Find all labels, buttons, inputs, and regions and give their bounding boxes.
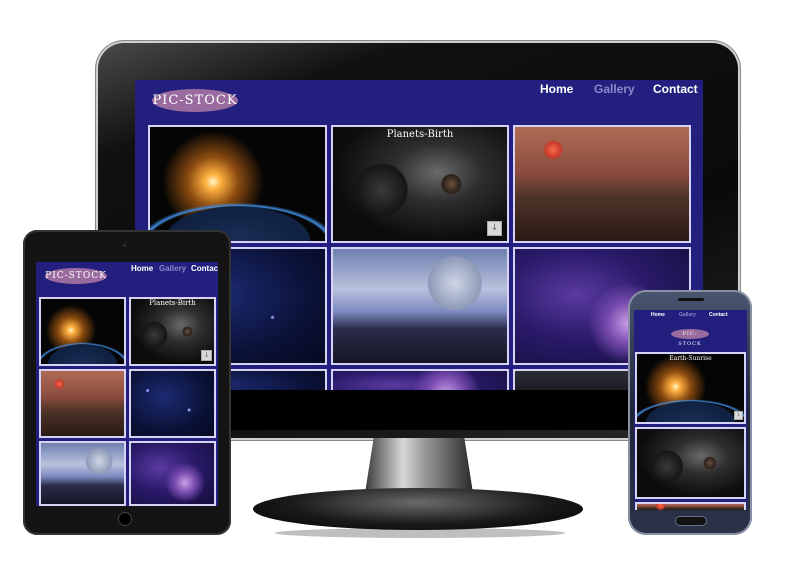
download-icon[interactable]: ↓ — [487, 221, 502, 236]
tablet-nav-contact[interactable]: Contact — [191, 264, 218, 273]
phone-logo[interactable]: PIC-STOCK — [671, 329, 709, 347]
monitor-tile-earth-sunrise[interactable] — [148, 125, 327, 243]
monitor-stand — [365, 438, 473, 493]
tablet-tile-nebula-planet[interactable] — [129, 441, 216, 506]
monitor-nav-home[interactable]: Home — [540, 82, 573, 96]
monitor-logo[interactable]: PIC-STOCK — [152, 89, 238, 112]
phone-tile-partial[interactable] — [635, 502, 746, 510]
phone-nav-contact[interactable]: Contact — [709, 312, 728, 318]
monitor-tile-caption: Planets-Birth — [386, 129, 454, 140]
phone-tile-planets-birth[interactable] — [635, 427, 746, 499]
tablet-nav-home[interactable]: Home — [131, 264, 153, 273]
monitor-tile-planets-birth[interactable]: Planets-Birth ↓ — [331, 125, 509, 243]
phone-screen: Home Gallery Contact PIC-STOCK Earth-Sun… — [634, 310, 747, 510]
phone-tile-earth-sunrise[interactable]: Earth-Sunrise ↓ — [635, 352, 746, 424]
monitor-tile-alien-landscape[interactable] — [513, 125, 691, 243]
tablet-screen: PIC-STOCK Home Gallery Contact Planets-B… — [36, 262, 218, 506]
download-icon[interactable]: ↓ — [201, 350, 212, 361]
monitor-base — [253, 488, 583, 530]
download-icon[interactable]: ↓ — [734, 411, 743, 420]
phone-nav-home[interactable]: Home — [651, 312, 665, 318]
tablet-camera — [123, 244, 126, 247]
tablet-tile-alien-landscape[interactable] — [39, 369, 126, 438]
monitor-nav-contact[interactable]: Contact — [653, 82, 698, 96]
tablet-tile-starfield[interactable] — [129, 369, 216, 438]
monitor-tile-partial[interactable] — [331, 369, 509, 390]
phone-speaker — [678, 298, 704, 301]
tablet-tile-earth-sunrise[interactable] — [39, 297, 126, 366]
monitor-tile-city-planet[interactable] — [331, 247, 509, 365]
phone-nav-gallery[interactable]: Gallery — [679, 312, 696, 318]
tablet-tile-city-planet[interactable] — [39, 441, 126, 506]
monitor-nav-gallery[interactable]: Gallery — [594, 82, 635, 96]
tablet-logo[interactable]: PIC-STOCK — [45, 268, 107, 284]
tablet-tile-planets-birth[interactable]: Planets-Birth ↓ — [129, 297, 216, 366]
tablet-nav-gallery[interactable]: Gallery — [159, 264, 186, 273]
phone-home-button[interactable] — [676, 517, 706, 525]
tablet-tile-caption: Planets-Birth — [149, 299, 196, 307]
tablet-home-button[interactable] — [118, 512, 132, 526]
phone-tile-caption: Earth-Sunrise — [669, 355, 712, 362]
